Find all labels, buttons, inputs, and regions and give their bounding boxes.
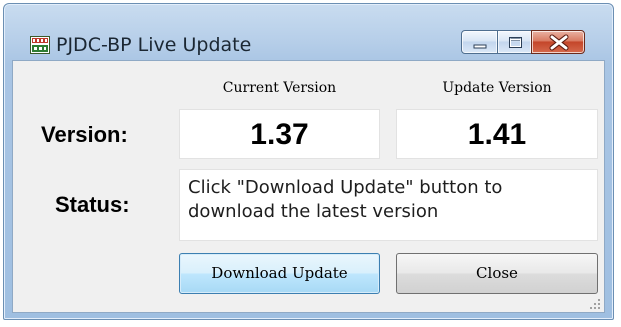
update-version-value: 1.41	[396, 109, 598, 159]
app-icon	[30, 36, 50, 54]
version-label: Version:	[41, 122, 128, 147]
download-update-button[interactable]: Download Update	[179, 253, 380, 294]
maximize-button[interactable]	[497, 30, 532, 54]
resize-grip-icon[interactable]	[589, 297, 601, 309]
update-version-header: Update Version	[442, 80, 552, 96]
close-button[interactable]: Close	[396, 253, 598, 294]
current-version-header: Current Version	[222, 80, 337, 96]
current-version-value: 1.37	[179, 109, 380, 159]
status-message: Click "Download Update" button to downlo…	[179, 169, 598, 241]
title-bar[interactable]: PJDC-BP Live Update	[4, 4, 613, 56]
status-label: Status:	[55, 192, 130, 217]
minimize-button[interactable]	[461, 30, 498, 54]
dialog-content: Current Version Update Version Version: …	[12, 60, 605, 313]
close-window-button[interactable]	[531, 30, 585, 54]
live-update-window: PJDC-BP Live Update Current Version Upda…	[3, 3, 614, 320]
window-title: PJDC-BP Live Update	[56, 34, 252, 56]
